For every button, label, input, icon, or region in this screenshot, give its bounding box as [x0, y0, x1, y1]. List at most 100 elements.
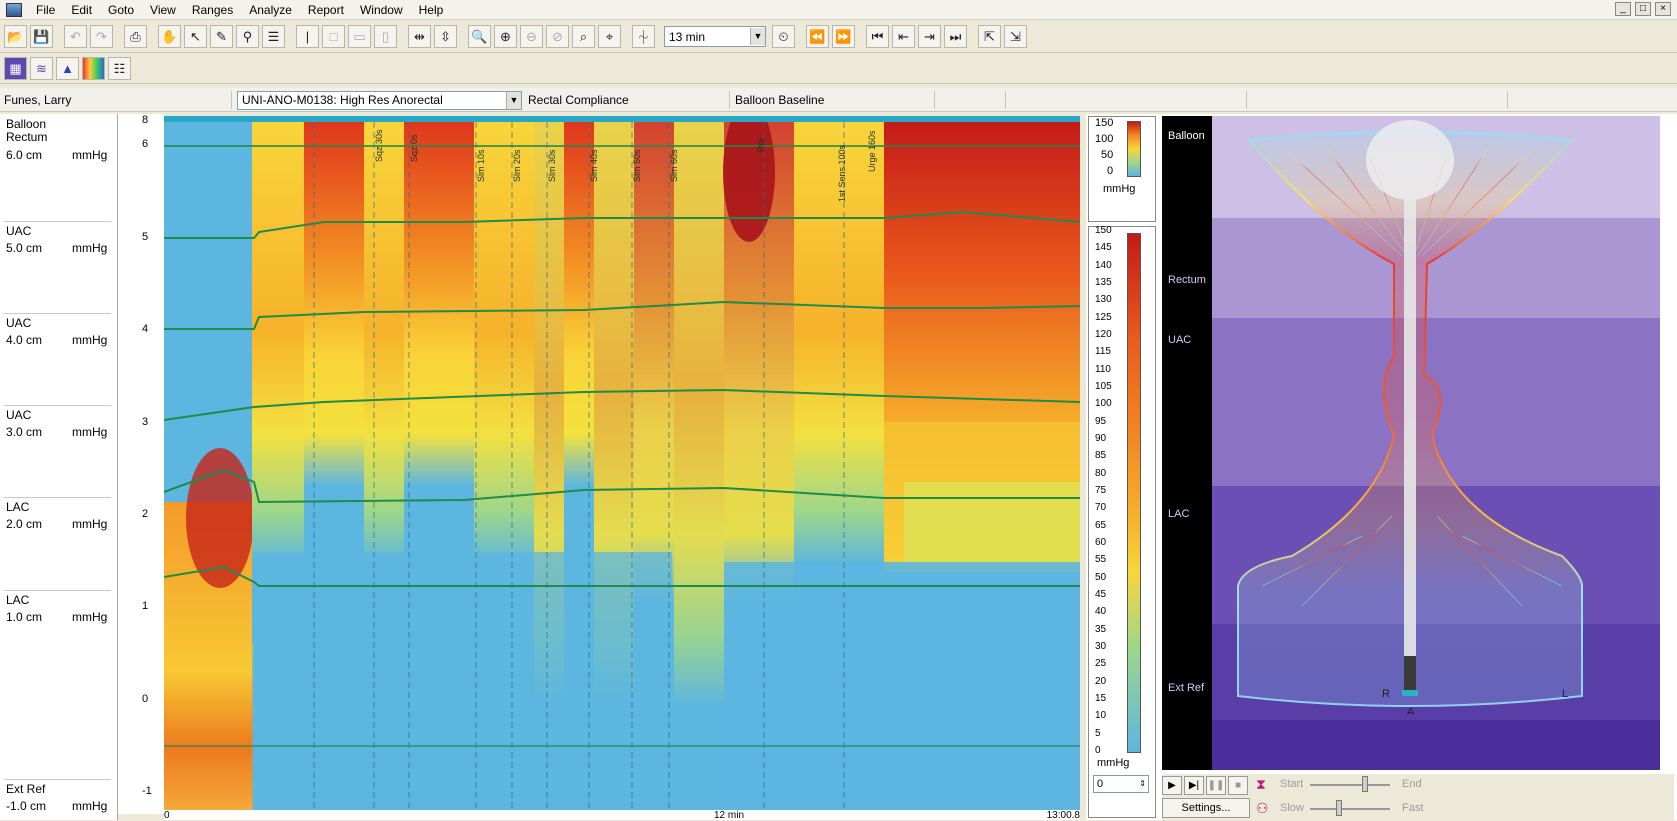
redo-icon[interactable]: ↷ — [90, 25, 113, 48]
protocol-select[interactable]: UNI-ANO-M0138: High Res Anorectal ▼ — [237, 91, 522, 110]
print-icon[interactable]: ⎙ — [124, 25, 147, 48]
undo-icon[interactable]: ↶ — [64, 25, 87, 48]
colorbar-large[interactable]: 150 145 140 135 130 125 120 115 110 105 100 95 90 85 8… — [1088, 225, 1156, 818]
zoom-region-icon[interactable]: ⌖ — [598, 25, 621, 48]
first-event-icon[interactable]: ⏮ — [866, 25, 889, 48]
colorbar-tick: 10 — [1095, 710, 1107, 722]
menu-edit[interactable]: Edit — [63, 0, 100, 20]
hand-tool-icon[interactable]: ✋ — [158, 25, 181, 48]
axis-tick: 8 — [142, 114, 149, 126]
region2-tool-icon[interactable]: ▭ — [348, 25, 371, 48]
colorbar-tick: 30 — [1095, 641, 1107, 652]
range-v-icon[interactable]: ⇳ — [434, 25, 457, 48]
zoom-fit-icon[interactable]: ⌕ — [572, 25, 595, 48]
menu-goto[interactable]: Goto — [100, 0, 142, 20]
playback-controls: ▶ ▶| ❚❚ ■ Settings... ⧗ Start End ⚇ Slow… — [1162, 774, 1674, 820]
zoom-icon[interactable]: 🔍 — [468, 25, 491, 48]
line-view-icon[interactable]: ≋ — [30, 57, 53, 80]
restore-button[interactable]: □ — [1635, 2, 1651, 16]
play-icon[interactable]: ▶ — [1162, 776, 1182, 795]
colorbar-tick: 125 — [1095, 311, 1112, 323]
channel-unit: mmHg — [72, 333, 108, 347]
range-slider[interactable] — [1310, 784, 1390, 786]
time-scale-select[interactable]: 13 min ▼ — [664, 26, 766, 47]
window-controls: _ □ × — [1615, 2, 1671, 16]
colorbar-tick: 75 — [1095, 485, 1107, 496]
menu-ranges[interactable]: Ranges — [184, 0, 241, 20]
fast-forward-icon[interactable]: ⏩ — [832, 25, 855, 48]
settings-button[interactable]: Settings... — [1162, 798, 1250, 818]
colorbar-tick: 45 — [1095, 589, 1107, 600]
channel-unit: mmHg — [72, 610, 108, 624]
colorbar-tick: 100 — [1095, 133, 1114, 145]
3d-view-icon[interactable]: ▲ — [56, 57, 79, 80]
marker-tool-icon[interactable]: | — [296, 25, 319, 48]
colorbar-tick: 150 — [1095, 117, 1114, 129]
save-icon[interactable]: 💾 — [30, 25, 53, 48]
table-view-icon[interactable]: ☷ — [108, 57, 131, 80]
menu-analyze[interactable]: Analyze — [241, 0, 300, 20]
last-event-icon[interactable]: ⏭ — [944, 25, 967, 48]
colorbar-unit: mmHg — [1103, 183, 1136, 195]
channel-name: UAC — [6, 224, 32, 238]
colorbar-small[interactable]: 150 100 50 0 mmHg — [1088, 116, 1156, 222]
goto-start-icon[interactable]: ⇱ — [978, 25, 1001, 48]
colorbar-tick: 150 — [1095, 225, 1112, 236]
channel-name: Ext Ref — [6, 782, 46, 796]
step-icon[interactable]: ▶| — [1184, 776, 1204, 795]
open-folder-icon[interactable]: 📂 — [4, 25, 27, 48]
colorbar-tick: 0 — [1107, 165, 1114, 177]
channel-position: 4.0 cm — [6, 333, 43, 347]
timescale-icon[interactable]: ⏆ — [632, 25, 655, 48]
stop-icon[interactable]: ■ — [1228, 776, 1248, 795]
axis-tick: 1 — [142, 600, 149, 612]
menu-help[interactable]: Help — [411, 0, 452, 20]
start-label: Start — [1280, 778, 1304, 790]
channel-unit: mmHg — [72, 517, 108, 531]
pencil-tool-icon[interactable]: ✎ — [210, 25, 233, 48]
event-marker: Slm 30s — [547, 149, 557, 182]
spectrum-view-icon[interactable] — [82, 57, 105, 80]
spinner-icon[interactable]: ⇕ — [1139, 776, 1146, 792]
list-tool-icon[interactable]: ☰ — [262, 25, 285, 48]
pause-icon[interactable]: ❚❚ — [1206, 776, 1226, 795]
colorbar-tick: 50 — [1095, 571, 1107, 583]
next-marker-icon[interactable]: ⇥ — [918, 25, 941, 48]
menu-view[interactable]: View — [142, 0, 184, 20]
speed-slider[interactable] — [1310, 808, 1390, 810]
colorbar-panel: 150 100 50 0 mmHg 150 145 140 135 130 125 120 1… — [1086, 114, 1158, 820]
menu-window[interactable]: Window — [352, 0, 411, 20]
channel-name: LAC — [6, 593, 30, 607]
menu-bar: File Edit Goto View Ranges Analyze Repor… — [0, 0, 1677, 20]
close-button[interactable]: × — [1655, 2, 1671, 16]
pointer-tool-icon[interactable]: ↖ — [184, 25, 207, 48]
range-h-icon[interactable]: ⇹ — [408, 25, 431, 48]
zoom-out-icon[interactable]: ⊖ — [520, 25, 543, 48]
view-label-r: R — [1382, 688, 1390, 700]
colorbar-tick: 40 — [1095, 606, 1107, 618]
region3-tool-icon[interactable]: ▯ — [374, 25, 397, 48]
event-marker: Sqz 0s — [409, 134, 419, 162]
axis-tick: 3 — [142, 416, 149, 428]
region-tool-icon[interactable]: □ — [322, 25, 345, 48]
zoom-in-icon[interactable]: ⊕ — [494, 25, 517, 48]
channel-position: 1.0 cm — [6, 610, 43, 624]
channel-unit: mmHg — [72, 799, 108, 813]
axis-tick: 6 — [142, 138, 149, 150]
pressure-topography-plot[interactable]: Sqz 30s Sqz 0s Slm 10s Slm 20s Slm 30s S… — [164, 116, 1080, 810]
goto-end-icon[interactable]: ⇲ — [1004, 25, 1027, 48]
menu-file[interactable]: File — [28, 0, 63, 20]
rewind-icon[interactable]: ⏪ — [806, 25, 829, 48]
color-view-icon[interactable]: ▦ — [4, 57, 27, 80]
prev-marker-icon[interactable]: ⇤ — [892, 25, 915, 48]
clock-icon[interactable]: ⏲ — [772, 25, 795, 48]
app-icon — [6, 2, 22, 17]
3d-anatomy-view[interactable]: Balloon Rectum UAC LAC Ext Ref R A L — [1162, 116, 1660, 770]
colorbar-min-input[interactable]: 0 ⇕ — [1093, 775, 1149, 793]
menu-report[interactable]: Report — [300, 0, 352, 20]
range-slider-thumb[interactable] — [1362, 776, 1368, 792]
stamp-tool-icon[interactable]: ⚲ — [236, 25, 259, 48]
minimize-button[interactable]: _ — [1615, 2, 1631, 16]
zoom-reset-icon[interactable]: ⊘ — [546, 25, 569, 48]
speed-slider-thumb[interactable] — [1336, 800, 1342, 816]
